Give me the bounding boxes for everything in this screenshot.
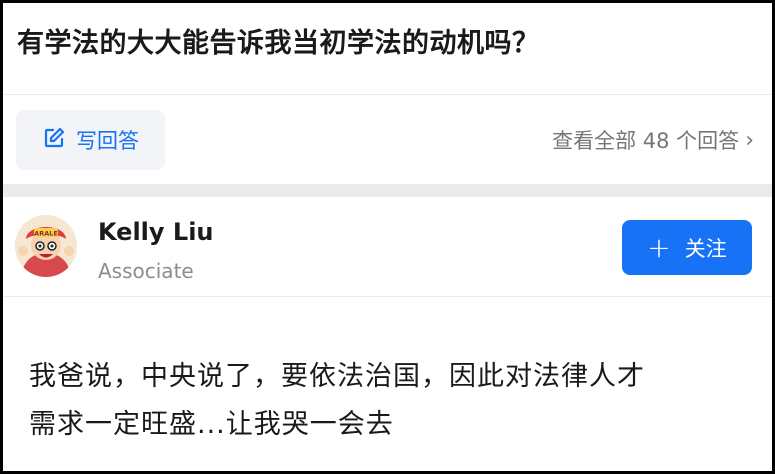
svg-text:ARALE: ARALE [34,230,58,238]
edit-icon [42,126,66,155]
plus-icon: + [647,230,671,264]
author-title: Associate [98,259,194,283]
view-all-label: 查看全部 48 个回答 [552,129,740,153]
follow-label: 关注 [684,236,727,261]
follow-button[interactable]: + 关注 [622,220,752,275]
chevron-right-icon: › [745,127,754,153]
author-name[interactable]: Kelly Liu [98,218,214,246]
answer-line: 我爸说，中央说了，要依法治国，因此对法律人才 [29,361,645,392]
write-answer-label: 写回答 [76,129,139,153]
question-title[interactable]: 有学法的大大能告诉我当初学法的动机吗？ [17,21,540,60]
divider [3,94,772,95]
section-separator [3,184,772,197]
answer-card: 有学法的大大能告诉我当初学法的动机吗？ 写回答 查看全部 48 个回答 › AR… [3,3,772,471]
cartoon-character-avatar-icon: ARALE [15,215,77,277]
view-all-answers-link[interactable]: 查看全部 48 个回答 › [552,125,754,155]
avatar[interactable]: ARALE [15,215,77,277]
divider [3,296,772,297]
write-answer-button[interactable]: 写回答 [16,110,165,170]
answer-line: 需求一定旺盛...让我哭一会去 [29,409,394,440]
answer-body[interactable]: 我爸说，中央说了，要依法治国，因此对法律人才 需求一定旺盛...让我哭一会去 [29,353,759,449]
